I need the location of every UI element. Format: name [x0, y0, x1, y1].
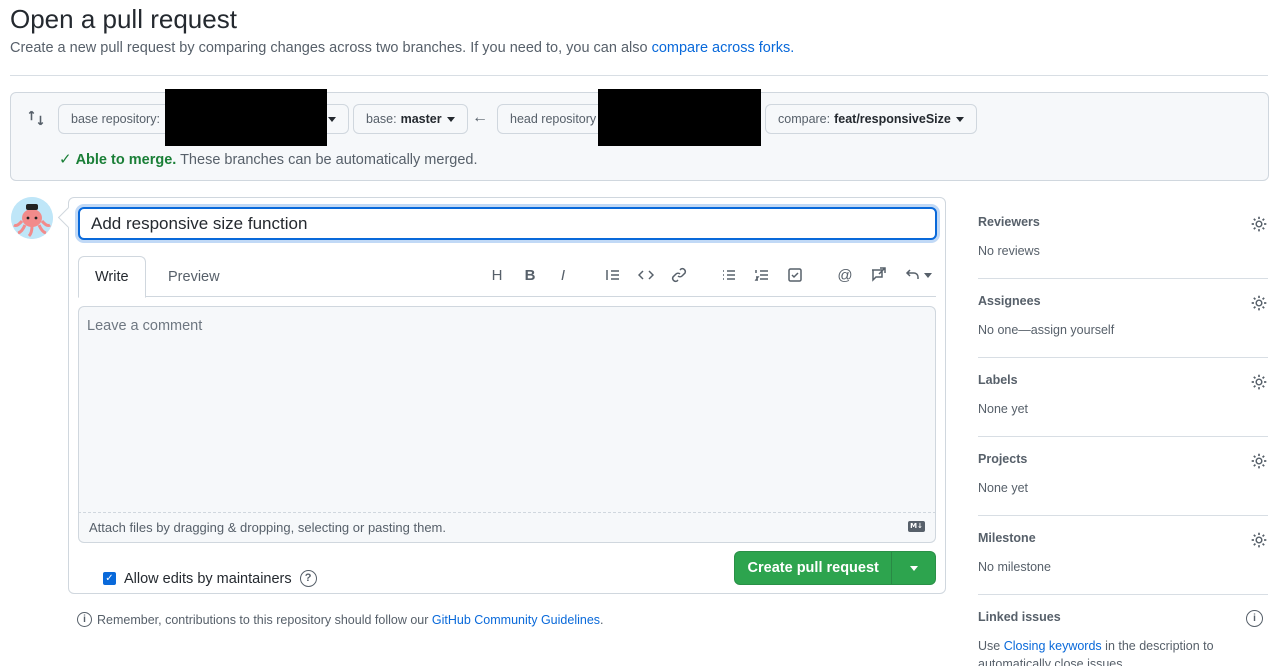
compare-branch-select[interactable]: compare: feat/responsiveSize	[765, 104, 977, 134]
pull-request-form: Write Preview H B I @ Attach files by dr…	[68, 197, 946, 594]
redacted-head-repo	[598, 89, 761, 146]
attach-files-text: Attach files by dragging & dropping, sel…	[89, 520, 446, 535]
sidebar-item-linked-issues: Linked issues Use Closing keywords in th…	[978, 595, 1268, 666]
sidebar-title-linked-issues: Linked issues	[978, 610, 1061, 624]
guidelines-note: i Remember, contributions to this reposi…	[77, 612, 604, 627]
chevron-down-icon	[446, 116, 455, 122]
base-repository-label: base repository:	[71, 112, 160, 126]
undo-icon[interactable]	[901, 264, 935, 286]
compare-bar: base repository: base: master ← head repo…	[10, 89, 1269, 181]
compare-branch-name: feat/responsiveSize	[834, 112, 951, 126]
sidebar-item-milestone: Milestone No milestone	[978, 516, 1268, 595]
community-guidelines-link[interactable]: GitHub Community Guidelines	[432, 613, 600, 627]
create-pull-request-button[interactable]: Create pull request	[734, 551, 936, 585]
unordered-list-icon[interactable]	[718, 264, 740, 286]
tab-preview[interactable]: Preview	[152, 256, 236, 297]
guidelines-suffix: .	[600, 612, 604, 627]
chevron-down-icon	[955, 116, 964, 122]
page-title: Open a pull request	[10, 4, 237, 34]
mention-icon[interactable]: @	[834, 264, 856, 286]
sidebar-title-reviewers[interactable]: Reviewers	[978, 215, 1040, 229]
sidebar-title-projects[interactable]: Projects	[978, 452, 1027, 466]
avatar	[11, 197, 53, 239]
linked-prefix: Use	[978, 639, 1001, 653]
check-icon: ✓	[59, 151, 72, 168]
comment-textarea[interactable]	[78, 306, 936, 513]
closing-keywords-link[interactable]: Closing keywords	[1004, 639, 1102, 653]
sidebar-value-reviewers: No reviews	[978, 244, 1040, 258]
sidebar-value-assignees[interactable]: No one—assign yourself	[978, 321, 1114, 339]
heading-icon[interactable]: H	[486, 264, 508, 286]
chevron-down-icon	[909, 565, 918, 571]
attach-files-bar[interactable]: Attach files by dragging & dropping, sel…	[78, 513, 936, 543]
guidelines-prefix: Remember, contributions to this reposito…	[97, 612, 429, 627]
base-branch-name: master	[400, 112, 442, 126]
merge-status: ✓ Able to merge. These branches can be au…	[59, 150, 478, 168]
link-icon[interactable]	[668, 264, 690, 286]
octocat-avatar-icon	[11, 197, 53, 239]
reference-icon[interactable]	[867, 264, 889, 286]
arrow-left-icon: ←	[472, 109, 488, 126]
create-pull-request-label[interactable]: Create pull request	[735, 560, 891, 576]
gear-icon[interactable]	[1250, 294, 1268, 312]
sidebar-title-labels[interactable]: Labels	[978, 373, 1018, 387]
gear-icon[interactable]	[1250, 531, 1268, 549]
sidebar-value-linked-issues: Use Closing keywords in the description …	[978, 637, 1238, 666]
create-options-dropdown[interactable]	[891, 552, 935, 584]
base-label: base:	[366, 112, 397, 126]
sidebar-value-milestone: No milestone	[978, 560, 1051, 574]
italic-icon[interactable]: I	[552, 264, 574, 286]
merge-ok-text: Able to merge.	[75, 152, 177, 168]
sidebar-item-assignees: Assignees No one—assign yourself	[978, 279, 1268, 358]
compare-label: compare:	[778, 112, 831, 126]
merge-detail-text: These branches can be automatically merg…	[180, 152, 478, 168]
sidebar-item-projects: Projects None yet	[978, 437, 1268, 516]
sidebar-value-projects: None yet	[978, 481, 1029, 495]
chevron-down-icon	[328, 116, 336, 122]
compare-forks-link[interactable]: compare across forks.	[652, 40, 795, 56]
info-icon[interactable]: i	[1246, 610, 1263, 627]
sidebar-item-reviewers: Reviewers No reviews	[978, 200, 1268, 279]
head-repository-label: head repository	[510, 112, 597, 126]
divider	[10, 75, 1268, 76]
chevron-down-icon	[923, 272, 932, 278]
git-compare-icon	[28, 110, 44, 126]
sidebar-item-labels: Labels None yet	[978, 358, 1268, 437]
title-input[interactable]	[78, 207, 937, 240]
sidebar-value-labels: None yet	[978, 402, 1029, 416]
page-subtitle: Create a new pull request by comparing c…	[10, 40, 794, 56]
gear-icon[interactable]	[1250, 215, 1268, 233]
allow-edits-row: ✓ Allow edits by maintainers ?	[103, 570, 317, 587]
allow-edits-checkbox[interactable]: ✓	[103, 572, 116, 585]
code-icon[interactable]	[635, 264, 657, 286]
info-icon: i	[77, 612, 92, 627]
question-icon[interactable]: ?	[299, 570, 317, 587]
task-list-icon[interactable]	[784, 264, 806, 286]
allow-edits-label[interactable]: Allow edits by maintainers	[124, 571, 292, 587]
sidebar-title-milestone[interactable]: Milestone	[978, 531, 1036, 545]
gear-icon[interactable]	[1250, 452, 1268, 470]
markdown-icon[interactable]: M↓	[908, 521, 925, 532]
bold-icon[interactable]: B	[519, 264, 541, 286]
sidebar: Reviewers No reviews Assignees No one—as…	[978, 200, 1268, 666]
quote-icon[interactable]	[602, 264, 624, 286]
ordered-list-icon[interactable]	[751, 264, 773, 286]
subtitle-text: Create a new pull request by comparing c…	[10, 40, 648, 56]
redacted-base-repo	[165, 89, 327, 146]
tab-write[interactable]: Write	[78, 256, 146, 298]
gear-icon[interactable]	[1250, 373, 1268, 391]
base-branch-select[interactable]: base: master	[353, 104, 468, 134]
sidebar-title-assignees[interactable]: Assignees	[978, 294, 1041, 308]
